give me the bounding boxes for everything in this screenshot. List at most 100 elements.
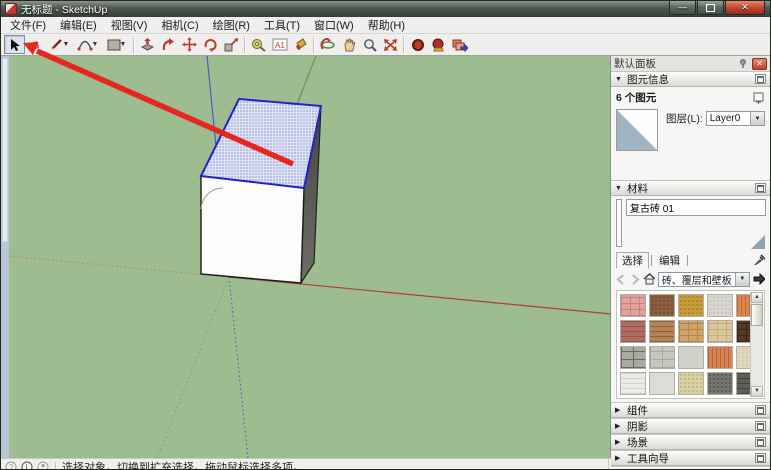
material-swatch-browser: ▲ ▼ (616, 290, 765, 399)
layer-dropdown-arrow[interactable]: ▼ (750, 112, 764, 125)
panel-close-button[interactable]: ✕ (752, 58, 767, 70)
material-swatch-11[interactable] (649, 346, 675, 369)
material-swatch-13[interactable] (707, 346, 733, 369)
menu-item-7[interactable]: 帮助(H) (361, 16, 412, 34)
material-swatch-7[interactable] (678, 320, 704, 343)
cube-model[interactable] (201, 99, 321, 283)
paint-bucket-tool-button[interactable] (290, 35, 311, 54)
home-icon[interactable] (643, 273, 655, 285)
material-swatch-1[interactable] (649, 294, 675, 317)
info-circle-icon[interactable]: i (21, 461, 33, 470)
tape-measure-tool-button[interactable] (248, 35, 269, 54)
layer-combobox[interactable]: Layer0 ▼ (706, 111, 765, 126)
forward-arrow-icon[interactable] (629, 274, 639, 285)
menu-item-5[interactable]: 工具(T) (257, 16, 307, 34)
secondary-pane-arrow-icon[interactable] (753, 273, 765, 285)
zoom-tool-button[interactable] (359, 35, 380, 54)
swatch-scrollbar[interactable]: ▲ ▼ (750, 292, 763, 397)
active-material-preview[interactable] (616, 199, 622, 247)
materials-minimize-button[interactable] (755, 183, 766, 193)
preview-resize-triangle[interactable] (751, 235, 765, 249)
arc-tool-button[interactable]: ▼ (73, 35, 102, 54)
rectangle-tool-button[interactable]: ▼ (102, 35, 131, 54)
eraser-icon (28, 38, 43, 51)
zoom-extents-tool-button[interactable] (380, 35, 401, 54)
menu-item-4[interactable]: 绘图(R) (206, 16, 257, 34)
pan-tool-button[interactable] (338, 35, 359, 54)
category-dropdown-arrow[interactable]: ▼ (735, 273, 749, 286)
tab-edit[interactable]: 编辑 (654, 253, 685, 268)
sample-paint-eyedropper-icon[interactable] (753, 254, 765, 266)
material-category-value: 砖、覆层和壁板 (659, 272, 735, 287)
help-circle-icon[interactable]: ? (5, 461, 17, 470)
material-swatch-0[interactable] (620, 294, 646, 317)
minimize-button[interactable]: — (669, 1, 696, 15)
component-tool-button[interactable] (407, 35, 428, 54)
eraser-tool-button[interactable] (25, 35, 46, 54)
material-swatch-10[interactable] (620, 346, 646, 369)
material-swatch-2[interactable] (678, 294, 704, 317)
back-arrow-icon[interactable] (616, 274, 626, 285)
line-tool-button[interactable]: ▼ (46, 35, 73, 54)
material-swatch-18[interactable] (707, 372, 733, 395)
menu-item-3[interactable]: 相机(C) (154, 16, 205, 34)
material-swatch-5[interactable] (620, 320, 646, 343)
collapsed-section-1[interactable]: ▶阴影 (611, 418, 770, 434)
line-pencil-icon (50, 38, 64, 51)
arc-dropdown-arrow[interactable]: ▼ (92, 41, 99, 48)
line-dropdown-arrow[interactable]: ▼ (63, 41, 70, 48)
tab-select[interactable]: 选择 (616, 252, 649, 269)
material-swatch-12[interactable] (678, 346, 704, 369)
orbit-tool-button[interactable] (317, 35, 338, 54)
panel-header[interactable]: 默认面板 ✕ (611, 56, 770, 71)
entity-info-header: 图元信息 (627, 72, 751, 87)
collapsed-section-2[interactable]: ▶场景 (611, 434, 770, 450)
select-tool-button[interactable] (4, 35, 25, 54)
scroll-up-button[interactable]: ▲ (751, 292, 763, 303)
material-category-combobox[interactable]: 砖、覆层和壁板 ▼ (658, 272, 750, 287)
material-swatch-3[interactable] (707, 294, 733, 317)
maximize-button[interactable] (697, 1, 724, 15)
scroll-down-button[interactable]: ▼ (751, 386, 763, 397)
material-swatch-16[interactable] (649, 372, 675, 395)
share-tool-button[interactable] (449, 35, 470, 54)
entity-info-section-bar[interactable]: ▼ 图元信息 (611, 71, 770, 87)
move-tool-button[interactable] (179, 35, 200, 54)
pin-icon[interactable] (738, 58, 749, 69)
material-swatch-8[interactable] (707, 320, 733, 343)
rotate-tool-button[interactable] (200, 35, 221, 54)
section-minimize-button[interactable] (755, 421, 766, 431)
scale-tool-button[interactable] (221, 35, 242, 54)
menu-item-0[interactable]: 文件(F) (3, 16, 53, 34)
close-button[interactable]: ✕ (725, 1, 765, 15)
model-viewport[interactable] (9, 56, 610, 458)
material-swatch-15[interactable] (620, 372, 646, 395)
menu-item-2[interactable]: 视图(V) (104, 16, 155, 34)
materials-section-bar[interactable]: ▼ 材料 (611, 180, 770, 196)
toggle-details-icon[interactable] (752, 92, 765, 104)
material-name-input[interactable] (626, 199, 766, 216)
menu-item-1[interactable]: 编辑(E) (53, 16, 104, 34)
menu-item-6[interactable]: 窗口(W) (307, 16, 361, 34)
follow-me-tool-button[interactable] (158, 35, 179, 54)
rectangle-dropdown-arrow[interactable]: ▼ (120, 41, 127, 48)
cube-front-face[interactable] (201, 176, 304, 283)
collapsed-section-0[interactable]: ▶组件 (611, 402, 770, 418)
left-tray-handle[interactable] (2, 58, 8, 242)
material-swatch-6[interactable] (649, 320, 675, 343)
account-person-icon[interactable] (37, 461, 49, 470)
text-tool-button[interactable]: A1 (269, 35, 290, 54)
left-tray-strip[interactable] (1, 56, 9, 458)
section-minimize-button[interactable] (755, 437, 766, 447)
toolbar: ▼ ▼ ▼ A1 (1, 34, 770, 56)
scroll-thumb[interactable] (751, 304, 763, 326)
warehouse-tool-button[interactable] (428, 35, 449, 54)
section-minimize-button[interactable] (755, 453, 766, 463)
cube-top-face-selected[interactable] (201, 99, 321, 188)
push-pull-tool-button[interactable] (137, 35, 158, 54)
material-swatch-17[interactable] (678, 372, 704, 395)
materials-header: 材料 (627, 181, 751, 196)
entity-info-minimize-button[interactable] (755, 74, 766, 84)
section-minimize-button[interactable] (755, 405, 766, 415)
collapsed-section-3[interactable]: ▶工具向导 (611, 450, 770, 466)
